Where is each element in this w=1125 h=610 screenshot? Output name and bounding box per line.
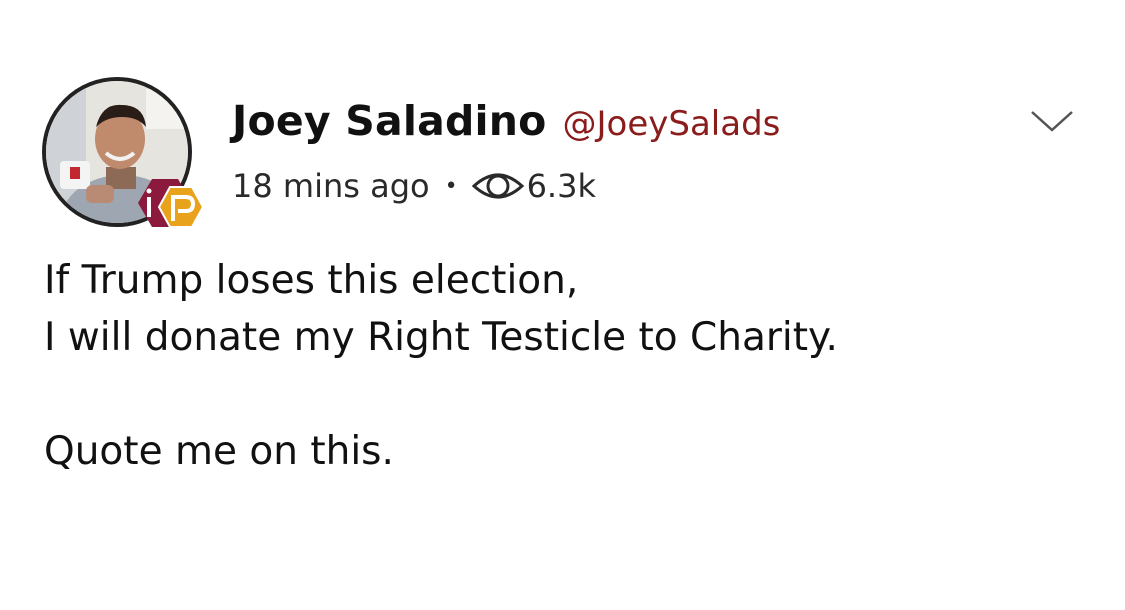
- author-handle[interactable]: @JoeySalads: [563, 104, 781, 144]
- view-count: 6.3k: [526, 167, 596, 205]
- author-line: Joey Saladino @JoeySalads: [232, 97, 780, 151]
- eye-icon: [471, 173, 524, 199]
- parler-badge-icon: [138, 179, 204, 228]
- author-avatar[interactable]: [42, 77, 204, 228]
- meta-separator: •: [444, 173, 458, 199]
- post-timestamp: 18 mins ago: [232, 167, 430, 205]
- chevron-down-icon[interactable]: [1028, 106, 1076, 136]
- post-body: If Trump loses this election, I will don…: [44, 252, 1094, 480]
- post-card: Joey Saladino @JoeySalads 18 mins ago • …: [0, 0, 1125, 610]
- post-text-line: I will donate my Right Testicle to Chari…: [44, 315, 838, 360]
- post-text-line: If Trump loses this election,: [44, 258, 579, 303]
- post-meta: 18 mins ago • 6.3k: [232, 164, 596, 208]
- author-display-name[interactable]: Joey Saladino: [232, 97, 547, 145]
- post-text-line: Quote me on this.: [44, 429, 394, 474]
